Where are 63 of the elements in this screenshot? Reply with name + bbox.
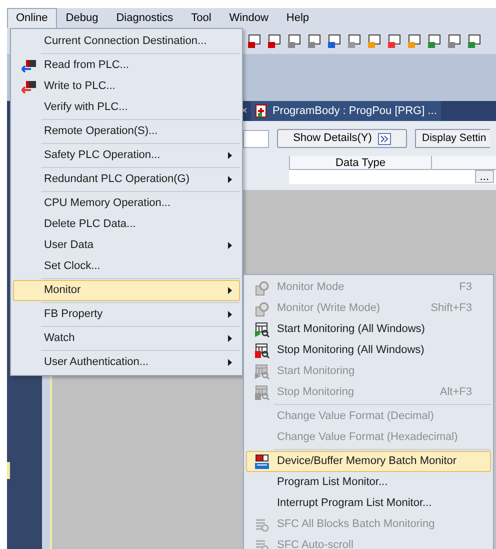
submenu-arrow-icon — [228, 152, 232, 159]
input-field[interactable] — [243, 130, 269, 148]
magnifier-page-icon — [254, 300, 270, 316]
menu-bar-item[interactable]: Help — [277, 8, 318, 28]
menu-item[interactable]: Device/Buffer Memory Batch Monitor — [246, 451, 491, 472]
menu-item[interactable]: Write to PLC... — [13, 76, 240, 97]
plc-arrow-icon — [21, 58, 37, 72]
toolbar-icon[interactable] — [407, 33, 423, 49]
menu-bar-item[interactable]: Debug — [56, 8, 108, 28]
window-magnifier-icon — [254, 342, 270, 358]
toolbar-icon[interactable] — [367, 33, 383, 49]
ellipsis-button[interactable]: ... — [474, 170, 494, 183]
menu-bar-item[interactable]: Tool — [182, 8, 220, 28]
menu-item[interactable]: Safety PLC Operation... — [13, 145, 240, 166]
list-magnifier-icon — [254, 538, 270, 549]
submenu-arrow-icon — [228, 311, 232, 318]
submenu-arrow-icon — [228, 287, 232, 294]
menu-item[interactable]: CPU Memory Operation... — [13, 193, 240, 214]
menu-item[interactable]: Interrupt Program List Monitor... — [246, 493, 491, 514]
device-window-icon — [254, 454, 270, 470]
document-icon — [255, 104, 268, 118]
menu-item[interactable]: Current Connection Destination... — [13, 31, 240, 52]
submenu-arrow-icon — [228, 242, 232, 249]
menu-item[interactable]: User Data — [13, 235, 240, 256]
menu-item[interactable]: Remote Operation(S)... — [13, 121, 240, 142]
menu-item[interactable]: Delete PLC Data... — [13, 214, 240, 235]
submenu-arrow-icon — [228, 359, 232, 366]
submenu-arrow-icon — [228, 335, 232, 342]
magnifier-page-icon — [254, 280, 270, 296]
toolbar-icon[interactable] — [287, 33, 303, 49]
window-magnifier-icon — [254, 384, 270, 400]
window-magnifier-icon — [254, 364, 270, 380]
toolbar-icon[interactable] — [347, 33, 363, 49]
list-magnifier-icon — [254, 516, 270, 532]
window-magnifier-icon — [254, 322, 270, 338]
toolbar-icon[interactable] — [247, 33, 263, 49]
plc-arrow-icon — [21, 80, 37, 94]
toolbar-icon[interactable] — [307, 33, 323, 49]
menu-item[interactable]: Redundant PLC Operation(G) — [13, 169, 240, 190]
display-settings-button[interactable]: Display Settin — [415, 129, 490, 148]
menu-item[interactable]: Program List Monitor... — [246, 472, 491, 493]
show-details-button[interactable]: Show Details(Y) — [277, 129, 407, 148]
menu-item[interactable]: Watch — [13, 328, 240, 349]
menu-bar-item[interactable]: Diagnostics — [107, 8, 182, 28]
menu-item[interactable]: Monitor — [13, 280, 240, 301]
menu-item[interactable]: Start Monitoring (All Windows) — [246, 319, 491, 340]
toolbar-icon[interactable] — [467, 33, 483, 49]
menu-bar-item[interactable]: Online — [7, 8, 57, 28]
menu-item[interactable]: Read from PLC... — [13, 55, 240, 76]
toolbar-icon[interactable] — [447, 33, 463, 49]
menu-item[interactable]: User Authentication... — [13, 352, 240, 373]
submenu-arrow-icon — [228, 176, 232, 183]
menu-bar-item[interactable]: Window — [220, 8, 278, 28]
editor-tab[interactable]: ProgramBody : ProgPou [PRG] ... — [251, 101, 441, 121]
toolbar-icon[interactable] — [267, 33, 283, 49]
menu-item[interactable]: FB Property — [13, 304, 240, 325]
toolbar-icon[interactable] — [327, 33, 343, 49]
toolbar-icon[interactable] — [427, 33, 443, 49]
menu-item[interactable]: Stop Monitoring (All Windows) — [246, 340, 491, 361]
double-chevron-icon — [378, 132, 391, 144]
menu-item[interactable]: Verify with PLC... — [13, 97, 240, 118]
menu-item[interactable]: Set Clock... — [13, 256, 240, 277]
toolbar-icon[interactable] — [387, 33, 403, 49]
